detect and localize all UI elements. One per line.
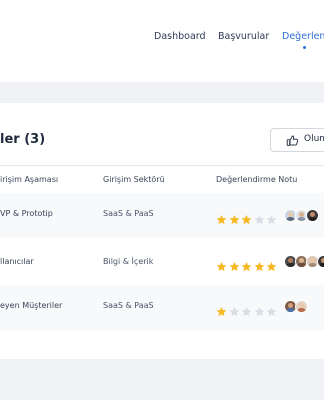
table-row[interactable]: llanıcılar Bilgi & İçerik — [0, 239, 324, 284]
avatar — [295, 300, 308, 313]
star-filled-icon — [216, 307, 227, 317]
stage-cell: llanıcılar — [0, 257, 34, 266]
star-filled-icon — [254, 262, 264, 272]
column-header-stage: irişim Aşaması — [0, 175, 59, 184]
nav-evaluations[interactable]: Değerlend — [282, 31, 324, 42]
nav-dashboard[interactable]: Dashboard — [154, 31, 206, 42]
column-header-sector: Girişim Sektörü — [103, 175, 165, 184]
sector-cell: Bilgi & İçerik — [103, 257, 154, 266]
top-nav-bar: Dashboard Başvurular Değerlend — [0, 0, 324, 82]
table-header: irişim Aşaması Girişim Sektörü Değerlend… — [0, 165, 324, 195]
rating-stars — [216, 257, 279, 272]
nav-applications[interactable]: Başvurular — [218, 31, 269, 42]
star-filled-icon — [216, 215, 227, 225]
stage-cell: eyen Müşteriler — [0, 301, 63, 310]
sector-cell: SaaS & PaaS — [103, 301, 154, 310]
avatar — [317, 255, 324, 268]
rating-stars — [216, 302, 279, 317]
star-empty-icon — [229, 307, 239, 317]
active-nav-indicator — [303, 46, 306, 49]
positive-evaluation-label: Olum — [304, 134, 324, 144]
star-filled-icon — [229, 262, 239, 272]
table-row[interactable]: eyen Müşteriler SaaS & PaaS — [0, 285, 324, 330]
star-filled-icon — [266, 262, 277, 272]
star-empty-icon — [254, 307, 264, 317]
star-empty-icon — [254, 215, 264, 225]
stage-cell: VP & Prototip — [0, 209, 53, 218]
sector-cell: SaaS & PaaS — [103, 209, 154, 218]
column-header-rating: Değerlendirme Notu — [216, 175, 298, 184]
positive-evaluation-button[interactable]: Olum — [270, 128, 324, 152]
star-filled-icon — [229, 215, 239, 225]
card-title: ler (3) — [0, 132, 46, 147]
table-row[interactable]: VP & Prototip SaaS & PaaS — [0, 193, 324, 238]
star-empty-icon — [266, 215, 277, 225]
avatar — [306, 209, 319, 222]
star-empty-icon — [241, 307, 252, 317]
thumbs-up-icon — [286, 135, 299, 146]
star-filled-icon — [241, 262, 252, 272]
star-filled-icon — [216, 262, 227, 272]
star-empty-icon — [266, 307, 277, 317]
rating-stars — [216, 210, 279, 225]
star-filled-icon — [241, 215, 252, 225]
